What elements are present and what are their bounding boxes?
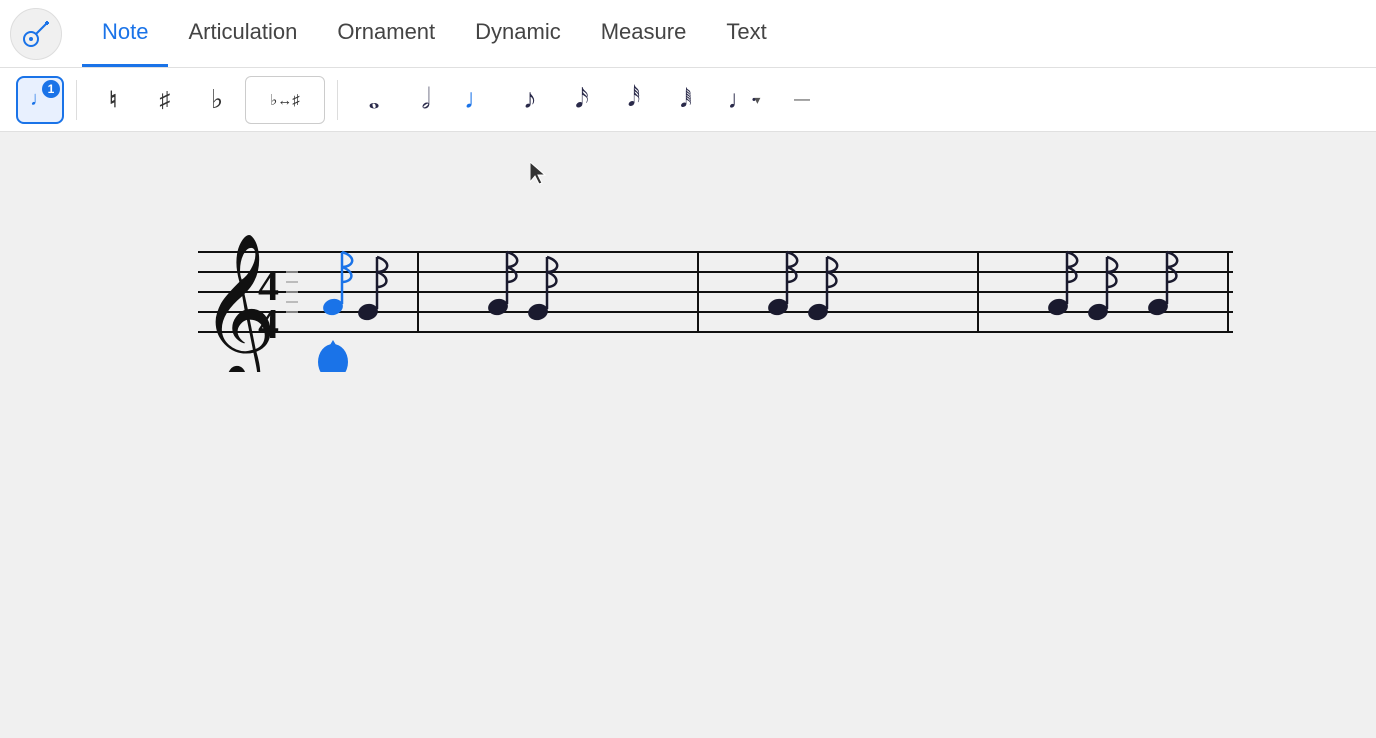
half-note-button[interactable]: 𝅗𝅥 xyxy=(402,76,450,124)
more-options-icon: — xyxy=(794,91,810,109)
tab-dynamic[interactable]: Dynamic xyxy=(455,0,581,67)
staff-container: 𝄞 4 4 xyxy=(138,212,1238,377)
mouse-cursor xyxy=(530,162,550,191)
sharp-icon: ♯ xyxy=(160,87,171,113)
sharp-button[interactable]: ♯ xyxy=(141,76,189,124)
sixtyfourth-note-button[interactable]: 𝅘𝅥𝅱 xyxy=(662,76,710,124)
sixtyfourth-note-icon: 𝅘𝅥𝅱 xyxy=(680,87,691,113)
quarter-note-icon: ♩ xyxy=(464,84,492,116)
nav-tabs: Note Articulation Ornament Dynamic Measu… xyxy=(82,0,787,67)
staff-svg: 𝄞 4 4 xyxy=(138,212,1238,372)
guitar-icon xyxy=(21,19,51,49)
whole-note-icon: 𝅝 xyxy=(368,84,379,116)
sixteenth-note-icon: 𝅘𝅥𝅯 xyxy=(575,84,589,115)
note-input-badge: 1 xyxy=(42,80,60,98)
tab-note[interactable]: Note xyxy=(82,0,168,67)
logo-button[interactable] xyxy=(10,8,62,60)
dropdown-arrow-icon: ▾ xyxy=(754,93,760,107)
score-area: 𝄞 4 4 xyxy=(0,132,1376,738)
dotted-note-icon: ♩· xyxy=(728,85,755,115)
tab-measure[interactable]: Measure xyxy=(581,0,707,67)
dotted-note-button[interactable]: ♩· ▾ xyxy=(714,76,774,124)
tab-ornament[interactable]: Ornament xyxy=(317,0,455,67)
thirtysecond-note-button[interactable]: 𝅘𝅥𝅰 xyxy=(610,76,658,124)
toolbar-divider-2 xyxy=(337,80,338,120)
whole-note-button[interactable]: 𝅝 xyxy=(350,76,398,124)
sixteenth-note-button[interactable]: 𝅘𝅥𝅯 xyxy=(558,76,606,124)
tab-text[interactable]: Text xyxy=(706,0,786,67)
natural-icon: ♮ xyxy=(109,87,117,113)
eighth-note-button[interactable]: ♪ xyxy=(506,76,554,124)
more-options-button[interactable]: — xyxy=(778,76,826,124)
note-toolbar: ♩ 1 ♮ ♯ ♭ ♭↔♯ 𝅝 𝅗𝅥 ♩ ♪ 𝅘𝅥𝅯 𝅘𝅥𝅰 xyxy=(0,68,1376,132)
flat-icon: ♭ xyxy=(211,85,223,115)
thirtysecond-note-icon: 𝅘𝅥𝅰 xyxy=(628,86,640,113)
flat-button[interactable]: ♭ xyxy=(193,76,241,124)
half-note-icon: 𝅗𝅥 xyxy=(422,84,431,116)
toolbar-divider-1 xyxy=(76,80,77,120)
note-input-button[interactable]: ♩ 1 xyxy=(16,76,64,124)
tab-articulation[interactable]: Articulation xyxy=(168,0,317,67)
toggle-accidental-icon: ♭↔♯ xyxy=(270,91,300,109)
eighth-note-icon: ♪ xyxy=(523,84,537,116)
natural-button[interactable]: ♮ xyxy=(89,76,137,124)
svg-text:4: 4 xyxy=(258,302,279,348)
toggle-accidental-button[interactable]: ♭↔♯ xyxy=(245,76,325,124)
quarter-note-button[interactable]: ♩ xyxy=(454,76,502,124)
top-navigation: Note Articulation Ornament Dynamic Measu… xyxy=(0,0,1376,68)
